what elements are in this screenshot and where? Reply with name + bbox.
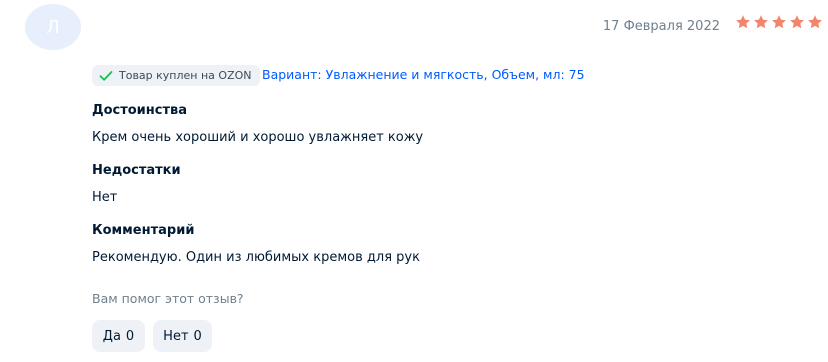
- star-icon: [736, 15, 750, 29]
- helpful-yes-button[interactable]: Да 0: [92, 320, 145, 352]
- pros-text: Крем очень хороший и хорошо увлажняет ко…: [92, 130, 424, 145]
- check-icon: [99, 70, 113, 81]
- star-icon: [772, 15, 786, 29]
- yes-count: 0: [125, 328, 135, 344]
- helpful-question: Вам помог этот отзыв?: [92, 291, 244, 306]
- comment-title: Комментарий: [92, 223, 195, 238]
- avatar-initial: Л: [46, 16, 60, 38]
- verified-purchase-badge: Товар куплен на OZON: [92, 65, 260, 86]
- star-icon: [808, 15, 822, 29]
- cons-text: Нет: [92, 190, 118, 205]
- star-icon: [754, 15, 768, 29]
- star-icon: [790, 15, 804, 29]
- pros-title: Достоинства: [92, 103, 188, 118]
- review-date: 17 Февраля 2022: [602, 19, 720, 34]
- variant-link[interactable]: Вариант: Увлажнение и мягкость, Объем, м…: [262, 67, 585, 82]
- rating-stars: [735, 14, 823, 30]
- verified-label: Товар куплен на OZON: [119, 69, 252, 82]
- comment-text: Рекомендую. Один из любимых кремов для р…: [92, 250, 420, 265]
- no-count: 0: [193, 328, 202, 344]
- cons-title: Недостатки: [92, 163, 181, 178]
- avatar: Л: [25, 4, 81, 50]
- yes-label: Да: [102, 328, 121, 344]
- helpful-no-button[interactable]: Нет 0: [153, 320, 212, 352]
- no-label: Нет: [163, 328, 189, 344]
